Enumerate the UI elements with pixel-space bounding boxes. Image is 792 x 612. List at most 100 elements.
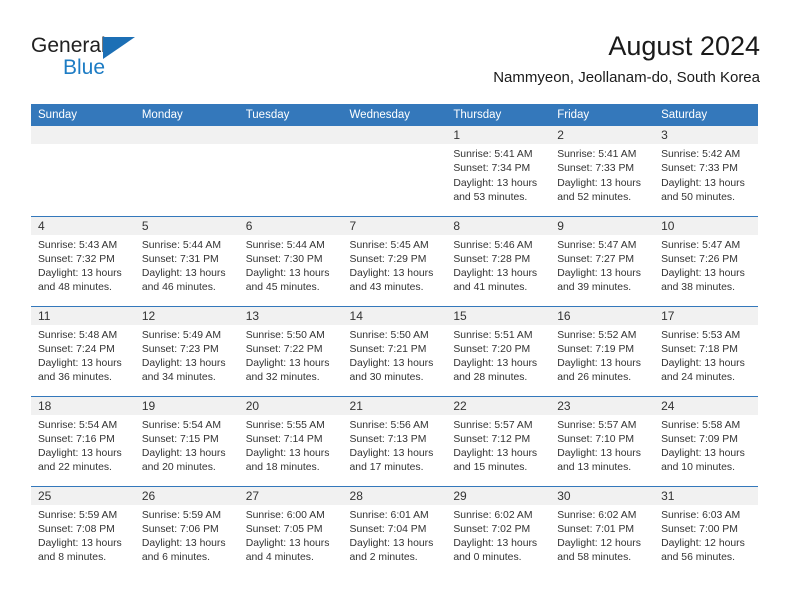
day-daylight-line-text: and 22 minutes. xyxy=(38,462,112,474)
day-daylight-line-text: and 36 minutes. xyxy=(38,372,112,384)
day-sunrise-text: Sunrise: 5:48 AM xyxy=(38,329,118,341)
day-daylight-line-text: Daylight: 13 hours xyxy=(141,538,226,550)
day-details: Sunrise: 6:03 AM Sunset: 7:00 PM Daylight:… xyxy=(654,505,758,566)
day-sunrise-text: Sunrise: 5:57 AM xyxy=(557,419,637,431)
calendar-day-cell[interactable]: 21 Sunrise: 5:56 AM Sunset: 7:13 PM Dayligh… xyxy=(342,395,447,486)
calendar-day-cell[interactable]: 12 Sunrise: 5:49 AM Sunset: 7:23 PM Dayligh… xyxy=(134,305,239,396)
page-title: August 2024 xyxy=(608,31,760,61)
day-details: Sunrise: 5:55 AM Sunset: 7:14 PM Daylight:… xyxy=(239,415,343,476)
calendar-cell-empty xyxy=(238,126,343,216)
day-daylight-line-text: and 30 minutes. xyxy=(349,372,424,384)
day-daylight-line-text: and 17 minutes. xyxy=(349,462,424,474)
day-daylight-line-text: and 20 minutes. xyxy=(141,462,216,474)
calendar-day-cell[interactable]: 27 Sunrise: 6:00 AM Sunset: 7:05 PM Dayligh… xyxy=(238,485,343,576)
day-number: 13 xyxy=(238,306,343,325)
calendar-day-cell[interactable]: 13 Sunrise: 5:50 AM Sunset: 7:22 PM Dayligh… xyxy=(238,305,343,396)
calendar-day-cell[interactable]: 3 Sunrise: 5:42 AM Sunset: 7:33 PM Daylight… xyxy=(654,126,758,216)
day-number: 14 xyxy=(342,306,447,325)
general-blue-logo: General Blue xyxy=(31,34,211,84)
calendar-day-cell[interactable]: 20 Sunrise: 5:55 AM Sunset: 7:14 PM Dayligh… xyxy=(238,395,343,486)
day-sunrise-text: Sunrise: 6:02 AM xyxy=(453,509,533,521)
calendar-day-cell[interactable]: 4 Sunrise: 5:43 AM Sunset: 7:32 PM Daylight… xyxy=(31,215,135,306)
calendar-day-cell[interactable]: 15 Sunrise: 5:51 AM Sunset: 7:20 PM Dayligh… xyxy=(446,305,551,396)
calendar-day-cell[interactable]: 25 Sunrise: 5:59 AM Sunset: 7:08 PM Dayligh… xyxy=(31,485,135,576)
day-number xyxy=(342,126,447,144)
day-daylight-line-text: and 13 minutes. xyxy=(557,462,632,474)
day-daylight-line-text: Daylight: 13 hours xyxy=(349,448,434,460)
calendar-day-cell[interactable]: 19 Sunrise: 5:54 AM Sunset: 7:15 PM Dayligh… xyxy=(134,395,239,486)
day-sunset-text: Sunset: 7:22 PM xyxy=(245,343,323,355)
day-daylight-line-text: Daylight: 12 hours xyxy=(557,538,641,550)
calendar-day-cell[interactable]: 6 Sunrise: 5:44 AM Sunset: 7:30 PM Daylight… xyxy=(238,215,343,306)
day-details: Sunrise: 5:50 AM Sunset: 7:22 PM Daylight:… xyxy=(239,325,343,386)
calendar-day-cell[interactable]: 24 Sunrise: 5:58 AM Sunset: 7:09 PM Dayligh… xyxy=(654,395,758,486)
day-details: Sunrise: 5:51 AM Sunset: 7:20 PM Daylight:… xyxy=(446,325,550,386)
day-details: Sunrise: 5:44 AM Sunset: 7:30 PM Daylight:… xyxy=(239,235,343,296)
calendar-day-cell[interactable]: 8 Sunrise: 5:46 AM Sunset: 7:28 PM Daylight… xyxy=(446,215,551,306)
day-daylight-line-text: and 24 minutes. xyxy=(661,372,735,384)
calendar-day-cell[interactable]: 17 Sunrise: 5:53 AM Sunset: 7:18 PM Dayligh… xyxy=(654,305,758,396)
day-sunset-text: Sunset: 7:31 PM xyxy=(141,253,219,265)
day-daylight-line-text: Daylight: 13 hours xyxy=(38,268,122,280)
day-daylight-line-text: Daylight: 13 hours xyxy=(38,358,122,370)
day-sunrise-text: Sunrise: 5:54 AM xyxy=(38,419,118,431)
day-details: Sunrise: 5:49 AM Sunset: 7:23 PM Daylight:… xyxy=(135,325,239,386)
calendar-day-cell[interactable]: 18 Sunrise: 5:54 AM Sunset: 7:16 PM Dayligh… xyxy=(31,395,135,486)
calendar-day-cell[interactable]: 7 Sunrise: 5:45 AM Sunset: 7:29 PM Daylight… xyxy=(342,215,447,306)
day-daylight-line-text: Daylight: 13 hours xyxy=(453,538,538,550)
day-sunset-text: Sunset: 7:16 PM xyxy=(38,433,115,445)
day-daylight-line-text: Daylight: 13 hours xyxy=(557,358,641,370)
day-number: 15 xyxy=(446,306,551,325)
day-daylight-line-text: and 48 minutes. xyxy=(38,282,112,294)
day-sunrise-text: Sunrise: 5:50 AM xyxy=(245,329,325,341)
calendar-day-cell[interactable]: 28 Sunrise: 6:01 AM Sunset: 7:04 PM Dayligh… xyxy=(342,485,447,576)
day-details: Sunrise: 5:59 AM Sunset: 7:06 PM Daylight:… xyxy=(135,505,239,566)
day-daylight-line-text: Daylight: 13 hours xyxy=(38,538,122,550)
calendar-cell-empty xyxy=(134,126,239,216)
weekday-header-wednesday: Wednesday xyxy=(342,104,447,126)
day-sunset-text: Sunset: 7:26 PM xyxy=(661,253,738,265)
day-details: Sunrise: 6:01 AM Sunset: 7:04 PM Daylight:… xyxy=(343,505,447,566)
calendar-day-cell[interactable]: 9 Sunrise: 5:47 AM Sunset: 7:27 PM Daylight… xyxy=(550,215,655,306)
page-header: General Blue August 2024 Nammyeon, Jeoll… xyxy=(0,0,792,100)
day-sunset-text: Sunset: 7:12 PM xyxy=(453,433,531,445)
day-daylight-line-text: and 58 minutes. xyxy=(557,552,632,564)
calendar-day-cell[interactable]: 11 Sunrise: 5:48 AM Sunset: 7:24 PM Dayligh… xyxy=(31,305,135,396)
day-daylight-line-text: and 34 minutes. xyxy=(141,372,216,384)
logo-text-blue: Blue xyxy=(63,56,106,79)
day-sunrise-text: Sunrise: 5:49 AM xyxy=(141,329,221,341)
day-details: Sunrise: 5:41 AM Sunset: 7:34 PM Daylight:… xyxy=(446,144,550,205)
day-daylight-line-text: and 41 minutes. xyxy=(453,282,528,294)
calendar-day-cell[interactable]: 10 Sunrise: 5:47 AM Sunset: 7:26 PM Dayligh… xyxy=(654,215,758,306)
day-number: 21 xyxy=(342,396,447,415)
day-number: 16 xyxy=(550,306,655,325)
calendar-day-cell[interactable]: 22 Sunrise: 5:57 AM Sunset: 7:12 PM Dayligh… xyxy=(446,395,551,486)
day-daylight-line-text: and 46 minutes. xyxy=(141,282,216,294)
day-sunset-text: Sunset: 7:18 PM xyxy=(661,343,738,355)
day-details: Sunrise: 5:56 AM Sunset: 7:13 PM Daylight:… xyxy=(343,415,447,476)
day-daylight-line-text: Daylight: 13 hours xyxy=(38,448,122,460)
calendar-day-cell[interactable]: 23 Sunrise: 5:57 AM Sunset: 7:10 PM Dayligh… xyxy=(550,395,655,486)
calendar-day-cell[interactable]: 1 Sunrise: 5:41 AM Sunset: 7:34 PM Daylight… xyxy=(446,126,551,216)
day-number: 1 xyxy=(446,126,551,144)
day-daylight-line-text: Daylight: 13 hours xyxy=(453,448,538,460)
calendar-day-cell[interactable]: 2 Sunrise: 5:41 AM Sunset: 7:33 PM Daylight… xyxy=(550,126,655,216)
day-daylight-line-text: and 52 minutes. xyxy=(557,191,632,203)
day-sunset-text: Sunset: 7:06 PM xyxy=(141,523,219,535)
day-sunrise-text: Sunrise: 6:03 AM xyxy=(661,509,741,521)
calendar-day-cell[interactable]: 26 Sunrise: 5:59 AM Sunset: 7:06 PM Dayligh… xyxy=(134,485,239,576)
calendar-day-cell[interactable]: 16 Sunrise: 5:52 AM Sunset: 7:19 PM Dayligh… xyxy=(550,305,655,396)
calendar-day-cell[interactable]: 31 Sunrise: 6:03 AM Sunset: 7:00 PM Dayligh… xyxy=(654,485,758,576)
calendar-day-cell[interactable]: 30 Sunrise: 6:02 AM Sunset: 7:01 PM Dayligh… xyxy=(550,485,655,576)
calendar-day-cell[interactable]: 14 Sunrise: 5:50 AM Sunset: 7:21 PM Dayligh… xyxy=(342,305,447,396)
day-details: Sunrise: 5:59 AM Sunset: 7:08 PM Daylight:… xyxy=(31,505,135,566)
day-daylight-line-text: Daylight: 13 hours xyxy=(661,177,745,189)
day-details: Sunrise: 5:47 AM Sunset: 7:27 PM Daylight:… xyxy=(550,235,654,296)
day-number: 12 xyxy=(134,306,239,325)
calendar-day-cell[interactable]: 5 Sunrise: 5:44 AM Sunset: 7:31 PM Daylight… xyxy=(134,215,239,306)
day-number: 28 xyxy=(342,486,447,505)
day-daylight-line-text: Daylight: 13 hours xyxy=(245,448,330,460)
calendar-day-cell[interactable]: 29 Sunrise: 6:02 AM Sunset: 7:02 PM Dayligh… xyxy=(446,485,551,576)
day-details: Sunrise: 5:57 AM Sunset: 7:12 PM Daylight:… xyxy=(446,415,550,476)
day-sunset-text: Sunset: 7:02 PM xyxy=(453,523,531,535)
